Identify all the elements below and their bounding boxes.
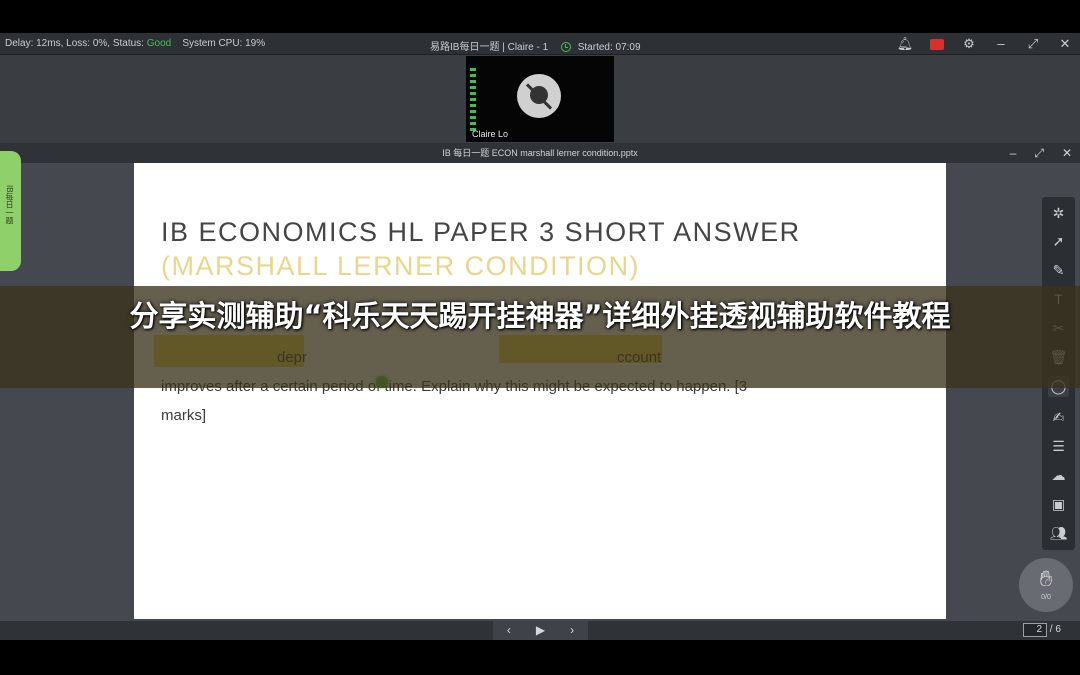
minimize-button[interactable]: – [992,35,1010,55]
select-move-icon[interactable]: ➚ [1048,231,1069,252]
banner-text: 分享实测辅助“科乐天天踢开挂神器”详细外挂透视辅助软件教程 [129,299,951,333]
bell-icon[interactable]: 🔔︎ [896,35,914,55]
restore-button[interactable]: ⤢ [1024,35,1042,55]
hand-icon: ✋︎ [1039,566,1053,591]
doc-close-button[interactable]: ✕ [1062,143,1072,163]
slide-canvas[interactable]: IB ECONOMICS HL PAPER 3 SHORT ANSWER (MA… [134,163,946,619]
cloud-icon[interactable]: ☁ [1048,465,1069,486]
record-icon [930,39,944,50]
comment-icon[interactable]: ☰ [1048,436,1069,457]
page-total: / 6 [1049,624,1061,635]
page-indicator: 2 / 6 [1023,623,1061,637]
side-tab-label: IB每日一题 [5,185,14,225]
status-good: Good [146,38,172,49]
body-line-3: marks] [161,407,206,424]
document-filename: IB 每日一题 ECON marshall lerner condition.p… [442,148,638,158]
clock-icon [560,42,571,52]
hand-count: 0/0 [1041,594,1051,601]
prev-slide-button[interactable]: ‹ [493,621,525,640]
toolbox-icon[interactable]: ▣ [1048,494,1069,515]
page-input[interactable]: 2 [1023,623,1047,637]
audio-level-meter [470,68,476,134]
pen-icon[interactable]: ✎ [1048,260,1069,281]
next-slide-button[interactable]: › [556,621,588,640]
side-panel-tab[interactable]: IB每日一题 [0,151,21,271]
window-controls: 🔔︎ ⚙ – ⤢ ✕ [896,35,1074,55]
classroom-app: Delay: 12ms, Loss: 0%, Status: Good Syst… [0,0,1080,675]
settings-gear-icon[interactable]: ⚙ [960,35,978,55]
formula-icon[interactable]: ✍ [1048,407,1069,428]
bottom-bar: ‹ ▶ › 2 / 6 [0,621,1080,640]
status-text: Delay: 12ms, Loss: 0%, Status: [5,38,147,49]
doc-minimize-button[interactable]: – [1010,143,1017,163]
close-button[interactable]: ✕ [1056,35,1074,55]
top-status-bar: Delay: 12ms, Loss: 0%, Status: Good Syst… [0,33,1080,55]
started-time: Started: 07:09 [577,42,641,53]
slide-title: IB ECONOMICS HL PAPER 3 SHORT ANSWER [161,217,801,247]
slide-subtitle: (MARSHALL LERNER CONDITION) [161,251,641,281]
video-tile[interactable]: Claire Lo [466,56,614,142]
overlay-banner: 分享实测辅助“科乐天天踢开挂神器”详细外挂透视辅助软件教程 [0,286,1080,388]
document-window-controls: – ⤢ ✕ [1010,143,1072,163]
doc-restore-button[interactable]: ⤢ [1034,143,1044,163]
system-cpu: System CPU: 19% [182,38,266,49]
raise-hand-button[interactable]: ✋︎ 0/0 [1019,558,1073,612]
slide-navigation: ‹ ▶ › [493,621,588,640]
camera-off-icon [517,74,561,118]
room-info: 易路IB每日一题 | Claire - 1 Started: 07:09 [430,38,641,53]
laser-pointer-icon[interactable]: ✲ [1048,203,1069,224]
play-button[interactable]: ▶ [525,621,557,640]
room-title: 易路IB每日一题 | Claire - 1 [430,42,549,53]
document-titlebar: IB 每日一题 ECON marshall lerner condition.p… [0,143,1080,163]
participant-name: Claire Lo [472,129,509,139]
users-icon[interactable]: 👥︎ [1048,523,1069,544]
connection-status: Delay: 12ms, Loss: 0%, Status: Good Syst… [5,38,265,49]
record-button[interactable] [928,35,946,55]
